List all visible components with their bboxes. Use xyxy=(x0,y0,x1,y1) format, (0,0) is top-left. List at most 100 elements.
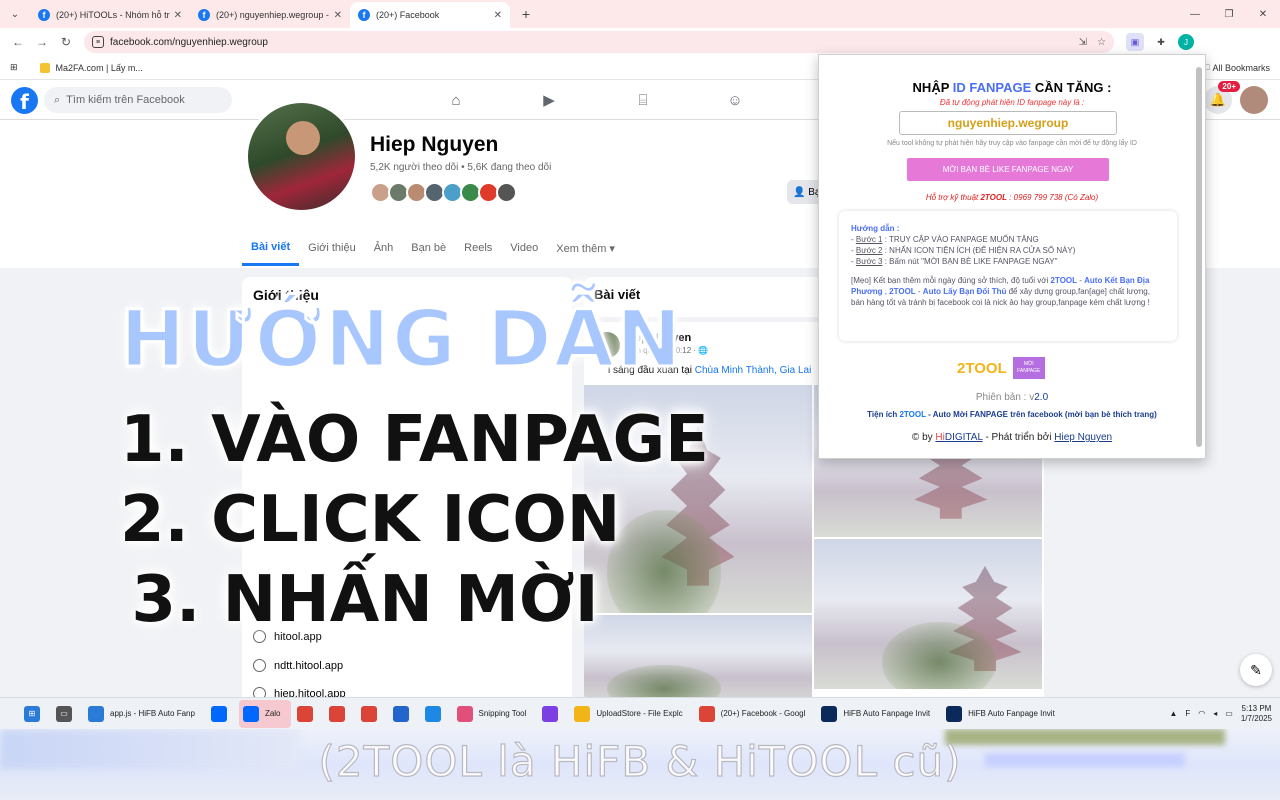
facebook-favicon-icon: f xyxy=(358,9,370,21)
profile-tabs: Bài viết Giới thiệu Ảnh Bạn bè Reels Vid… xyxy=(242,230,624,266)
profile-photo[interactable] xyxy=(245,100,358,213)
start-button[interactable]: ⊞ xyxy=(20,700,50,728)
reload-icon[interactable]: ↻ xyxy=(54,35,78,49)
extensions-puzzle-icon[interactable]: ✚ xyxy=(1152,33,1170,51)
post-photo[interactable] xyxy=(814,539,1042,689)
author-link[interactable]: Hiep Nguyen xyxy=(1054,432,1112,443)
notification-badge: 20+ xyxy=(1218,81,1240,92)
account-avatar[interactable] xyxy=(1240,86,1268,114)
battery-icon[interactable]: ▭ xyxy=(1225,709,1233,718)
bookmark-star-icon[interactable]: ☆ xyxy=(1097,37,1106,48)
taskbar-item[interactable] xyxy=(325,700,355,728)
taskbar-item[interactable]: HiFB Auto Fanpage Invit xyxy=(942,700,1065,728)
notifications-bell-icon[interactable]: 🔔 20+ xyxy=(1204,81,1240,114)
facebook-favicon-icon: f xyxy=(198,9,210,21)
2tool-extension-icon[interactable]: ▣ xyxy=(1126,33,1144,51)
groups-icon[interactable]: ☺ xyxy=(725,90,745,110)
restore-icon[interactable]: ❐ xyxy=(1212,9,1246,20)
new-message-icon[interactable]: ✎ xyxy=(1240,654,1272,686)
tab-search-icon[interactable]: ⌄ xyxy=(4,3,26,25)
volume-icon[interactable]: ◂ xyxy=(1213,709,1217,718)
taskbar-item[interactable] xyxy=(207,700,237,728)
apps-grid-icon[interactable]: ⊞ xyxy=(10,62,18,73)
taskbar-item[interactable]: app.js - HiFB Auto Fanp xyxy=(84,700,205,728)
fanpage-id-input[interactable]: nguyenhiep.wegroup xyxy=(899,111,1117,135)
app-icon xyxy=(360,705,377,722)
taskbar-item[interactable] xyxy=(421,700,451,728)
window-controls: — ❐ ✕ xyxy=(1178,0,1280,28)
taskbar-item[interactable]: HiFB Auto Fanpage Invit xyxy=(817,700,940,728)
taskbar-item[interactable]: Zalo xyxy=(238,699,291,728)
popup-scrollbar[interactable] xyxy=(1196,59,1203,455)
language-indicator[interactable]: F xyxy=(1185,709,1190,718)
overlay-step-3: 3. NHẤN MỜI xyxy=(131,563,599,637)
profile-stats: 5,2K người theo dõi • 5,6K đang theo dõi xyxy=(370,162,552,173)
location-link[interactable]: Chùa Minh Thành, Gia Lai xyxy=(695,365,812,376)
tab-more[interactable]: Xem thêm ▾ xyxy=(547,230,624,266)
tab-posts[interactable]: Bài viết xyxy=(242,230,300,266)
tab-title: (20+) HiTOOLs - Nhóm hỗ trợ c xyxy=(56,10,170,20)
network-icon[interactable]: ▲ xyxy=(1169,709,1177,718)
tab-title: (20+) nguyenhiep.wegroup - K xyxy=(216,10,330,20)
popup-footer: © by HiDIGITAL - Phát triển bởi Hiep Ngu… xyxy=(911,432,1113,443)
browser-tab[interactable]: f (20+) HiTOOLs - Nhóm hỗ trợ c ✕ xyxy=(30,2,190,28)
hidigital-link[interactable]: HiDIGITAL xyxy=(935,432,982,443)
video-icon[interactable]: ▶ xyxy=(539,90,559,110)
overlay-title: HƯỚNG DẪN xyxy=(119,294,684,387)
invite-friends-button[interactable]: MỜI BẠN BÈ LIKE FANPAGE NGAY xyxy=(907,158,1109,181)
guide-tip: [Mẹo] Kết bạn thêm mỗi ngày đúng sở thíc… xyxy=(851,276,1150,307)
taskbar-item[interactable]: ▭ xyxy=(52,700,82,728)
taskview-icon: ▭ xyxy=(56,705,72,722)
extension-description: Tiện ích 2TOOL - Auto Mời FANPAGE trên f… xyxy=(867,410,1157,419)
taskbar-item[interactable] xyxy=(357,700,387,728)
app-icon xyxy=(821,705,838,722)
tab-reels[interactable]: Reels xyxy=(455,230,501,266)
tab-about[interactable]: Giới thiệu xyxy=(299,230,365,266)
wifi-icon[interactable]: ◠ xyxy=(1198,709,1205,718)
tab-videos[interactable]: Video xyxy=(501,230,547,266)
home-icon[interactable]: ⌂ xyxy=(446,90,466,110)
facebook-search-input[interactable]: ⌕ Tìm kiếm trên Facebook xyxy=(44,87,232,113)
close-tab-icon[interactable]: ✕ xyxy=(494,10,502,21)
website-link[interactable]: ndtt.hitool.app xyxy=(253,659,343,672)
taskbar-item[interactable]: UploadStore - File Explc xyxy=(570,700,692,728)
clock[interactable]: 5:13 PM 1/7/2025 xyxy=(1241,704,1272,724)
new-tab-button[interactable]: + xyxy=(514,3,538,25)
overlay-step-1: 1. VÀO FANPAGE xyxy=(120,403,709,477)
taskbar-item[interactable] xyxy=(293,700,323,728)
browser-tab-active[interactable]: f (20+) Facebook ✕ xyxy=(350,2,510,28)
facebook-logo-icon[interactable]: f xyxy=(11,87,38,114)
logo-tag: MỜI FANPAGE xyxy=(1012,357,1045,379)
all-bookmarks[interactable]: 🗀 All Bookmarks xyxy=(1201,60,1270,76)
taskbar-item-label: Snipping Tool xyxy=(478,709,527,718)
browser-tab[interactable]: f (20+) nguyenhiep.wegroup - K ✕ xyxy=(190,2,350,28)
tab-photos[interactable]: Ảnh xyxy=(365,230,403,266)
profile-avatar[interactable]: J xyxy=(1178,34,1194,50)
bookmark-item[interactable]: Ma2FA.com | Lấy m... xyxy=(39,62,143,73)
windows-taskbar: ⊞ ▭ app.js - HiFB Auto Fanp Zalo Snipping … xyxy=(0,697,1280,729)
search-icon: ⌕ xyxy=(54,93,61,106)
app-icon xyxy=(296,705,313,722)
taskbar-item[interactable]: Snipping Tool xyxy=(453,700,537,728)
bookmark-favicon-icon xyxy=(39,62,50,73)
taskbar-item[interactable] xyxy=(389,700,419,728)
url-field[interactable]: ≡ facebook.com/nguyenhiep.wegroup ⇲ ☆ xyxy=(84,31,1114,53)
close-tab-icon[interactable]: ✕ xyxy=(174,10,182,21)
tab-title: (20+) Facebook xyxy=(376,10,440,20)
close-tab-icon[interactable]: ✕ xyxy=(334,10,342,21)
close-window-icon[interactable]: ✕ xyxy=(1246,9,1280,20)
marketplace-icon[interactable]: ⌸ xyxy=(633,90,653,110)
taskbar-item[interactable] xyxy=(538,700,568,728)
taskbar-item[interactable]: (20+) Facebook - Googl xyxy=(695,700,816,728)
back-icon[interactable]: ← xyxy=(6,35,30,49)
taskbar-item-label: Zalo xyxy=(264,709,281,718)
minimize-icon[interactable]: — xyxy=(1178,9,1212,20)
friends-avatars[interactable] xyxy=(370,182,517,203)
guide-box: Hướng dẫn : - Bước 1 : TRUY CẬP VÀO FANP… xyxy=(839,211,1177,341)
install-app-icon[interactable]: ⇲ xyxy=(1079,37,1087,48)
tab-friends[interactable]: Bạn bè xyxy=(402,230,455,266)
forward-icon[interactable]: → xyxy=(30,35,54,49)
system-tray: ▲ F ◠ ◂ ▭ 5:13 PM 1/7/2025 xyxy=(1169,704,1280,724)
post-photo[interactable] xyxy=(584,615,812,702)
site-info-icon[interactable]: ≡ xyxy=(92,36,104,48)
